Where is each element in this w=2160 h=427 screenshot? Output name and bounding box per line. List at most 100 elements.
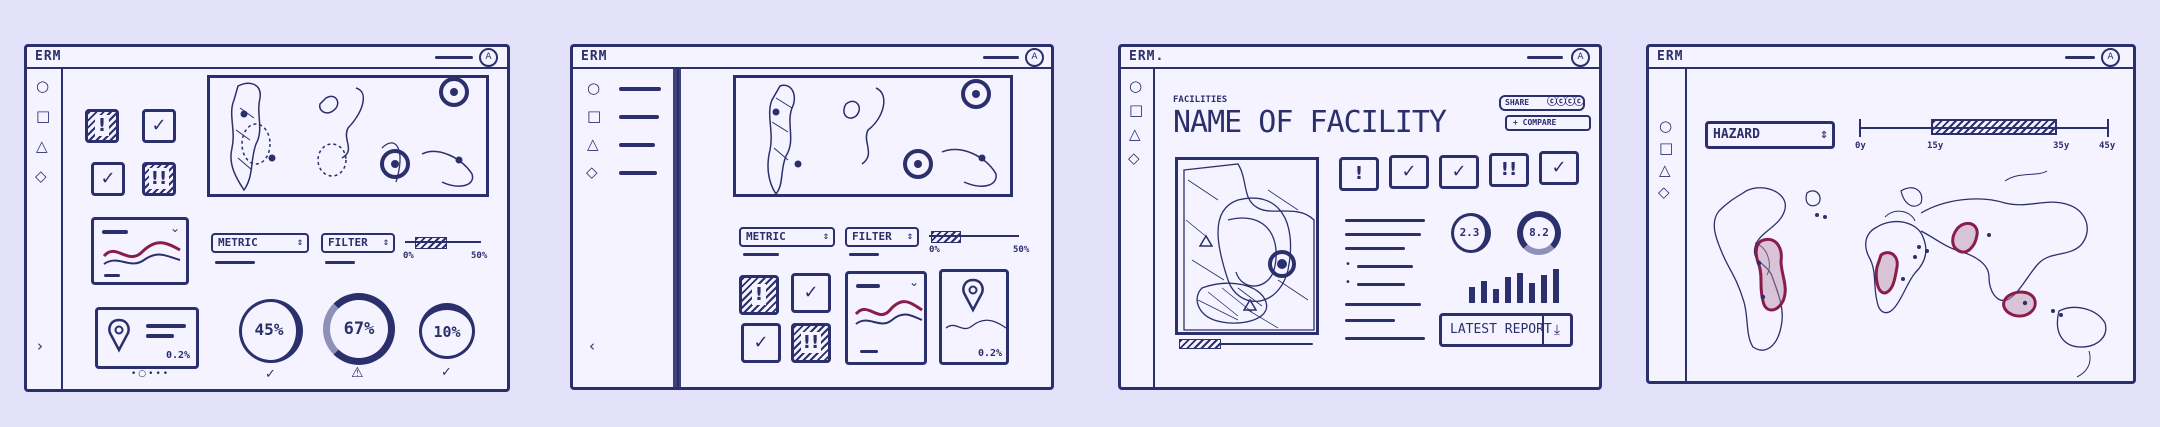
square-icon[interactable]: □ [587,109,601,124]
slider-max-label: 50% [471,251,488,261]
warning-tile[interactable]: !! [791,323,831,363]
check-tile[interactable]: ✓ [741,323,781,363]
square-icon[interactable]: □ [1129,103,1143,118]
sidebar-dashboard-wireframe: ERM A ○ □ △ ◇ ‹ METRIC ⇕ FILTER ⇕ 0% 50%… [570,44,1054,390]
hazard-zone[interactable] [1754,238,1787,312]
check-icon: ✓ [265,367,276,382]
hazard-select[interactable]: HAZARD ⇕ [1705,121,1835,149]
circle-icon[interactable]: ○ [36,79,49,94]
pagination-dots[interactable]: •○••• [131,369,170,379]
status-tile-alert[interactable]: ! [1339,157,1379,191]
facility-map[interactable] [1175,157,1319,335]
page-title: NAME OF FACILITY [1173,105,1447,140]
chevron-left-icon[interactable]: ‹ [589,339,595,354]
logo: ERM. [1129,49,1165,64]
range-slider[interactable] [929,231,1019,243]
download-icon[interactable]: ⤓ [1542,316,1570,344]
time-slider[interactable] [1859,117,2109,137]
diamond-icon[interactable]: ◇ [586,165,598,180]
location-card[interactable]: 0.2% [95,307,199,369]
triangle-icon[interactable]: △ [1659,163,1671,178]
updown-icon: ⇕ [296,237,303,248]
square-icon[interactable]: □ [1659,141,1673,156]
map-panel[interactable] [207,75,489,197]
slider-fill [931,231,961,243]
hazard-zone[interactable] [2002,290,2037,318]
filter-select[interactable]: FILTER ⇕ [321,233,395,253]
map-pin-icon [108,318,130,353]
slider-min-label: 0% [929,245,940,255]
status-tile-warning[interactable]: !! [1489,153,1529,187]
range-slider[interactable] [405,237,481,249]
filter-select[interactable]: FILTER ⇕ [845,227,919,247]
triangle-icon[interactable]: △ [36,139,48,154]
updown-icon: ⇕ [1820,127,1828,142]
compare-button[interactable]: + COMPARE [1505,115,1591,131]
square-icon[interactable]: □ [36,109,50,124]
info-line [1357,283,1405,286]
gauge-10[interactable]: 10% [419,303,475,359]
circle-icon[interactable]: ○ [1129,79,1142,94]
info-line [1345,247,1405,250]
map-sketch [230,78,474,192]
avatar-icon[interactable]: A [1025,48,1044,67]
latest-report-button[interactable]: LATEST REPORT ⤓ [1439,313,1573,347]
breadcrumb[interactable]: FACILITIES [1173,95,1227,105]
timeline-label: 0y [1855,141,1866,151]
circle-icon[interactable]: ○ [1659,119,1672,134]
metric-select[interactable]: METRIC ⇕ [739,227,835,247]
gauge-large[interactable]: 8.2 [1517,211,1561,255]
chevron-right-icon[interactable]: › [37,339,43,354]
user-name [983,56,1019,59]
gauge-67[interactable]: 67% [323,293,395,365]
gauge-45[interactable]: 45% [239,299,303,363]
check-tile[interactable]: ✓ [91,162,125,196]
timeline-label: 15y [1927,141,1944,151]
nav-label[interactable] [619,87,661,91]
metric-select[interactable]: METRIC ⇕ [211,233,309,253]
time-range-fill [1931,119,2057,135]
check-tile[interactable]: ✓ [142,109,176,143]
world-map[interactable] [1689,151,2129,381]
trend-card[interactable]: ⌄ [845,271,927,365]
map-panel[interactable] [733,75,1013,197]
triangle-icon[interactable]: △ [1129,127,1141,142]
nav-label[interactable] [619,115,659,119]
check-tile[interactable]: ✓ [791,273,831,313]
sidebar-resize-handle[interactable] [673,67,681,387]
top-bar: ERM A [27,47,507,69]
slider-max-label: 50% [1013,245,1030,255]
timeline-label: 35y [2053,141,2070,151]
trend-card[interactable]: ⌄ [91,217,189,285]
user-name [435,56,473,59]
avatar-icon[interactable]: A [479,48,498,67]
alert-tile[interactable]: ! [739,275,779,315]
avatar-icon[interactable]: A [1571,48,1590,67]
hazard-zone[interactable] [1951,221,1979,254]
location-card[interactable]: 0.2% [939,269,1009,365]
status-tile-check[interactable]: ✓ [1539,151,1579,185]
sidebar: ○ □ △ ◇ › [27,67,63,389]
triangle-icon[interactable]: △ [587,137,599,152]
diamond-icon[interactable]: ◇ [35,169,47,184]
share-options[interactable]: ⓒⓒⓒⓒ [1547,97,1584,109]
bar-chart [1469,263,1565,303]
info-line [1345,219,1425,222]
gauge-small[interactable]: 2.3 [1451,213,1491,253]
check-icon: ✓ [441,365,452,380]
share-button[interactable]: SHARE ⓒⓒⓒⓒ [1499,95,1585,111]
circle-icon[interactable]: ○ [587,81,600,96]
location-value: 0.2% [166,350,191,361]
nav-label[interactable] [619,171,657,175]
top-bar: ERM A [573,47,1051,69]
status-tile-check[interactable]: ✓ [1389,155,1429,189]
nav-label[interactable] [619,143,655,147]
status-tile-check[interactable]: ✓ [1439,155,1479,189]
warning-tile[interactable]: !! [142,162,176,196]
diamond-icon[interactable]: ◇ [1128,151,1140,166]
hazard-zone[interactable] [1874,251,1899,295]
diamond-icon[interactable]: ◇ [1658,185,1670,200]
avatar-icon[interactable]: A [2101,48,2120,67]
facility-detail-wireframe: ERM. A ○ □ △ ◇ FACILITIES NAME OF FACILI… [1118,44,1602,390]
alert-tile[interactable]: ! [85,109,119,143]
